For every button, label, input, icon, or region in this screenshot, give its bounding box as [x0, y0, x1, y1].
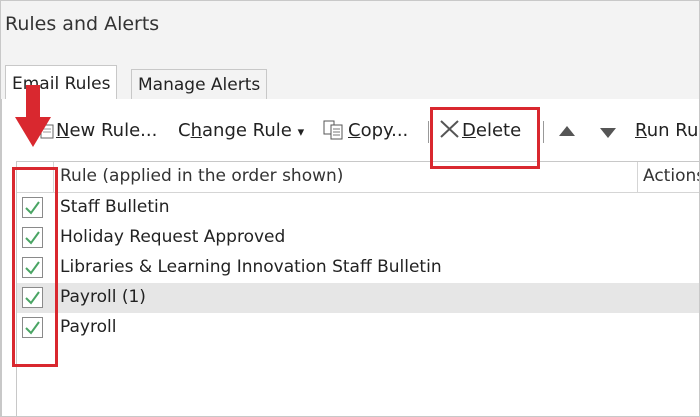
copy-button[interactable]: Copy... [322, 119, 408, 143]
dialog-title: Rules and Alerts [5, 13, 160, 35]
copy-mnemonic: C [348, 120, 361, 141]
rule-name: Libraries & Learning Innovation Staff Bu… [60, 257, 442, 277]
change-rule-mnemonic: h [190, 120, 202, 141]
move-up-arrow-icon[interactable] [559, 126, 575, 136]
column-divider [637, 162, 638, 192]
column-header-rule[interactable]: Rule (applied in the order shown) [60, 166, 343, 186]
run-rules-mnemonic: R [635, 120, 647, 141]
change-rule-button[interactable]: Change Rule ▾ [178, 119, 304, 145]
rule-row[interactable]: Libraries & Learning Innovation Staff Bu… [17, 253, 699, 283]
delete-highlight-box [430, 107, 540, 169]
toolbar-separator [428, 121, 429, 143]
rules-and-alerts-dialog: Rules and Alerts Email Rules Manage Aler… [0, 0, 700, 417]
new-rule-label: ew Rule... [69, 120, 158, 141]
tab-bar: Email Rules Manage Alerts [1, 63, 699, 100]
red-down-arrow-icon [13, 85, 53, 149]
copy-label: opy... [360, 120, 409, 141]
checkbox-highlight-box [12, 167, 58, 367]
run-rules-label: un Ru [646, 120, 699, 141]
rule-name: Staff Bulletin [60, 197, 170, 217]
change-rule-label: ange Rule [202, 120, 292, 141]
rule-row[interactable]: Holiday Request Approved [17, 223, 699, 253]
new-rule-mnemonic: N [56, 120, 70, 141]
copy-icon [322, 120, 348, 140]
rule-row[interactable]: Payroll [17, 313, 699, 343]
new-rule-button[interactable]: New Rule... [40, 119, 157, 143]
rule-name: Payroll (1) [60, 287, 146, 307]
rule-row-selected[interactable]: Payroll (1) [17, 283, 699, 313]
rule-name: Holiday Request Approved [60, 227, 286, 247]
rule-row[interactable]: Staff Bulletin [17, 193, 699, 223]
move-down-arrow-icon[interactable] [600, 128, 616, 138]
column-header-actions[interactable]: Actions [643, 166, 699, 186]
run-rules-button[interactable]: Run Ru [635, 119, 698, 143]
change-rule-prefix: C [178, 120, 191, 141]
rules-toolbar: New Rule... Change Rule ▾ Copy... Delete [2, 99, 699, 159]
chevron-down-icon: ▾ [297, 125, 305, 140]
toolbar-separator [543, 121, 544, 143]
rules-list-header: Rule (applied in the order shown) Action… [17, 162, 699, 193]
tab-manage-alerts[interactable]: Manage Alerts [131, 69, 268, 99]
rule-name: Payroll [60, 317, 117, 337]
rules-list: Rule (applied in the order shown) Action… [16, 161, 699, 416]
email-rules-pane: New Rule... Change Rule ▾ Copy... Delete [1, 99, 699, 416]
